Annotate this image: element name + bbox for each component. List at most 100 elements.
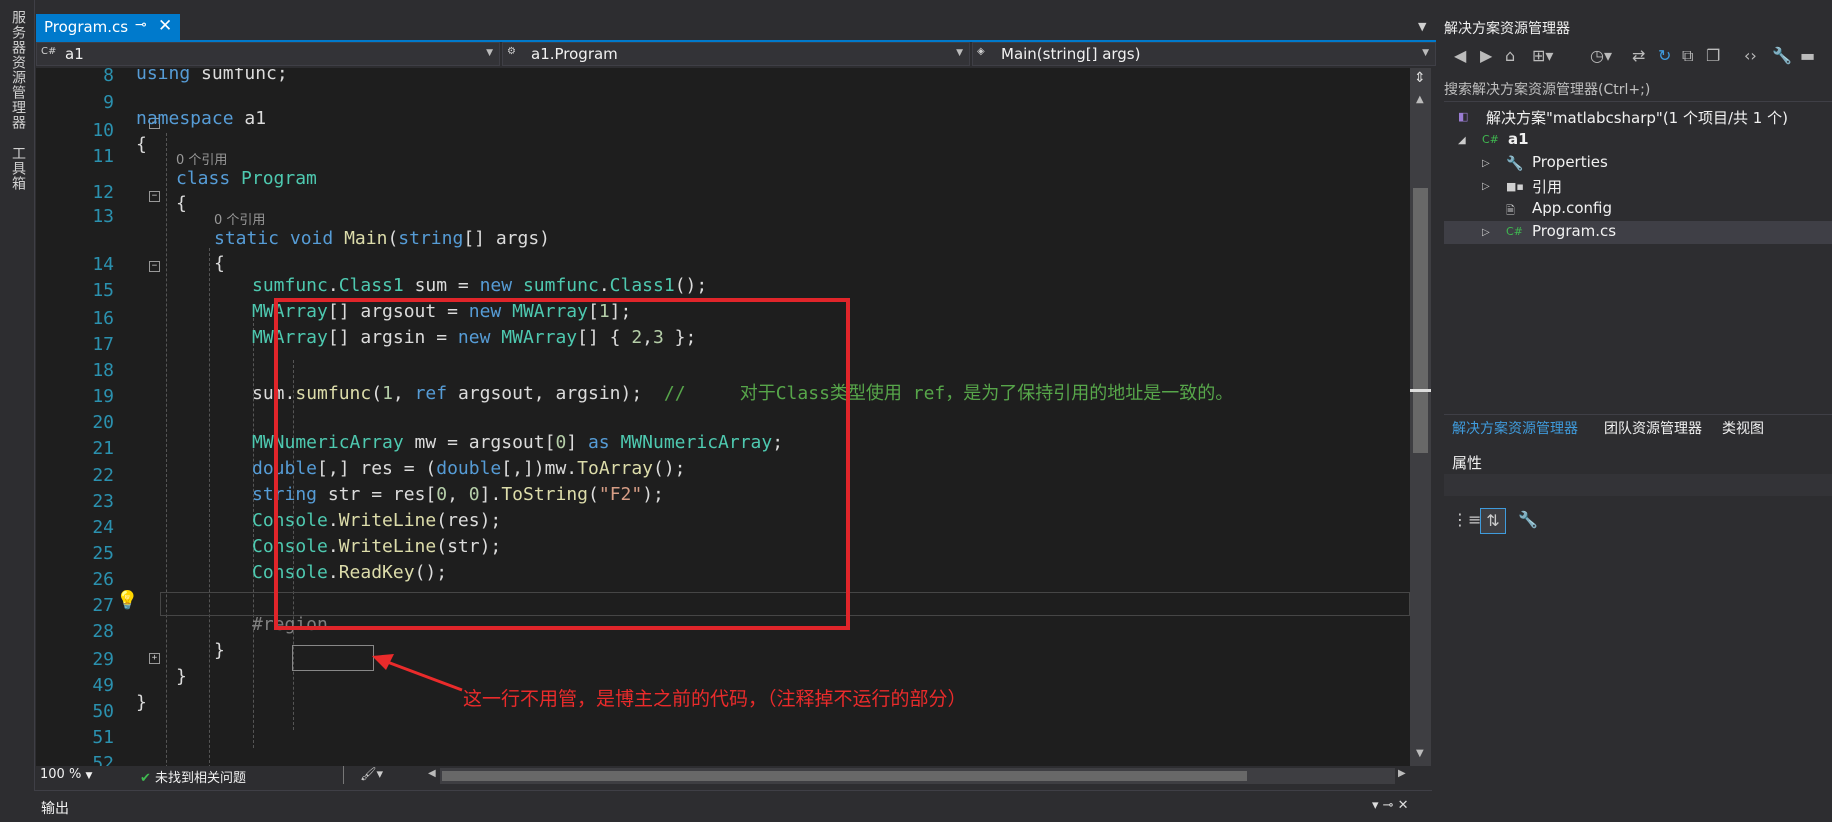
pin-icon[interactable]: ⊸ (135, 17, 147, 33)
zoom-level: 100 % (40, 767, 82, 782)
show-all-files-icon[interactable]: ❐ (1706, 46, 1720, 65)
indent-guide (209, 248, 210, 766)
output-controls[interactable]: ▾ ⊸ ✕ (1372, 798, 1409, 813)
scroll-up-icon[interactable]: ▲ (1416, 94, 1424, 105)
code-line: { (136, 134, 147, 155)
class-dropdown[interactable]: ⚙ a1.Program ▼ (502, 42, 970, 66)
home-icon[interactable]: ⌂ (1505, 46, 1515, 65)
codelens-references[interactable]: 0 个引用 (214, 209, 265, 228)
properties-wrench-icon[interactable]: 🔧 (1772, 46, 1792, 65)
forward-icon[interactable]: ▶ (1480, 46, 1492, 65)
csharp-project-icon: C# (41, 46, 57, 57)
categorized-icon[interactable]: ⋮≡ (1452, 508, 1481, 532)
line-number: 21 (92, 438, 114, 459)
line-number: 49 (92, 675, 114, 696)
solution-search-input[interactable]: 搜索解决方案资源管理器(Ctrl+;) (1444, 79, 1832, 102)
issues-indicator[interactable]: ✔ 未找到相关问题 (140, 767, 246, 786)
config-file-icon: 🗎 (1506, 204, 1515, 217)
fold-expand-icon[interactable]: + (149, 653, 160, 664)
chevron-down-icon: ▼ (85, 771, 93, 781)
method-icon: ◈ (977, 46, 985, 57)
line-number: 16 (92, 308, 114, 329)
csharp-project-icon: C# (1482, 133, 1499, 146)
properties-object-selector[interactable] (1444, 474, 1832, 496)
code-line: } (214, 640, 225, 661)
tree-item-app-config[interactable]: App.config (1532, 199, 1612, 217)
brush-icon[interactable]: 🖌▾ (360, 767, 383, 782)
scroll-left-icon[interactable]: ◀ (428, 768, 436, 779)
tab-team-explorer[interactable]: 团队资源管理器 (1604, 418, 1702, 438)
code-line: } (176, 666, 187, 687)
line-number: 18 (92, 360, 114, 381)
zoom-dropdown[interactable]: 100 % ▼ (40, 767, 92, 782)
tree-item-properties[interactable]: Properties (1532, 153, 1608, 171)
output-panel-bar (34, 790, 1432, 822)
line-number: 13 (92, 206, 114, 227)
code-line: using sumfunc; (136, 68, 288, 84)
code-line: static void Main(string[] args) (214, 228, 551, 249)
scroll-right-icon[interactable]: ▶ (1398, 768, 1406, 779)
line-number: 14 (92, 254, 114, 275)
line-number: 50 (92, 701, 114, 722)
expanded-arrow-icon[interactable]: ◢ (1458, 135, 1466, 146)
member-dropdown[interactable]: ◈ Main(string[] args) ▼ (972, 42, 1436, 66)
tab-solution-explorer[interactable]: 解决方案资源管理器 (1452, 418, 1578, 438)
close-icon[interactable]: ✕ (158, 16, 172, 36)
scroll-down-icon[interactable]: ▼ (1416, 748, 1424, 759)
line-number: 24 (92, 517, 114, 538)
code-line: { (214, 253, 225, 274)
horizontal-scroll-thumb[interactable] (442, 771, 1247, 781)
pending-changes-icon[interactable]: ◷▾ (1590, 46, 1612, 65)
server-explorer-tab[interactable]: 服务器资源管理器 (8, 10, 28, 130)
code-line: sumfunc.Class1 sum = new sumfunc.Class1(… (252, 275, 708, 296)
sync-icon[interactable]: ⇄ (1632, 46, 1645, 65)
solution-icon: ◧ (1458, 110, 1469, 123)
line-number: 23 (92, 491, 114, 512)
project-dropdown[interactable]: C# a1 ▼ (36, 42, 500, 66)
chevron-down-icon: ▼ (956, 48, 963, 58)
toolbox-tab[interactable]: 工具箱 (8, 146, 28, 191)
region-collapsed-box[interactable] (292, 645, 374, 671)
tree-item-project[interactable]: a1 (1508, 130, 1529, 148)
split-icon[interactable]: ⇕ (1414, 70, 1426, 86)
line-number: 19 (92, 386, 114, 407)
tab-list-dropdown-icon[interactable]: ▼ (1418, 20, 1426, 33)
line-number: 8 (103, 68, 114, 86)
class-icon: ⚙ (507, 46, 516, 57)
chevron-down-icon: ▼ (1422, 48, 1429, 58)
switch-views-icon[interactable]: ⊞▾ (1532, 46, 1553, 65)
project-dropdown-label: a1 (65, 45, 84, 63)
tree-item-references[interactable]: 引用 (1532, 176, 1562, 197)
class-dropdown-label: a1.Program (531, 45, 618, 63)
vertical-scroll-thumb[interactable] (1413, 188, 1428, 453)
lightbulb-icon[interactable]: 💡 (116, 590, 138, 611)
preview-icon[interactable]: ▬ (1800, 46, 1815, 65)
code-line: class Program (176, 168, 317, 189)
fold-collapse-icon[interactable]: − (149, 261, 160, 272)
line-number: 51 (92, 727, 114, 748)
tree-item-program-cs[interactable]: Program.cs (1532, 222, 1616, 240)
tab-program-cs[interactable]: Program.cs ⊸ ✕ (36, 14, 180, 40)
check-circle-icon: ✔ (140, 771, 151, 786)
view-code-icon[interactable]: ‹› (1744, 46, 1757, 65)
tree-item-solution[interactable]: 解决方案"matlabcsharp"(1 个项目/共 1 个) (1486, 107, 1788, 128)
codelens-references[interactable]: 0 个引用 (176, 149, 227, 168)
properties-title: 属性 (1452, 454, 1483, 472)
tab-class-view[interactable]: 类视图 (1722, 418, 1764, 438)
collapsed-arrow-icon[interactable]: ▷ (1482, 181, 1490, 192)
back-icon[interactable]: ◀ (1454, 46, 1466, 65)
refresh-icon[interactable]: ↻ (1658, 46, 1671, 65)
property-pages-icon[interactable]: 🔧 (1516, 508, 1540, 532)
fold-collapse-icon[interactable]: − (149, 191, 160, 202)
collapsed-arrow-icon[interactable]: ▷ (1482, 227, 1490, 238)
collapse-all-icon[interactable]: ⧉ (1682, 46, 1693, 66)
output-panel-title[interactable]: 输出 (41, 798, 69, 818)
alphabetical-icon[interactable]: ⇅ (1480, 508, 1506, 534)
solution-explorer-title: 解决方案资源管理器 (1444, 21, 1570, 37)
selected-row-highlight (1444, 221, 1832, 244)
line-number: 9 (103, 92, 114, 113)
collapsed-arrow-icon[interactable]: ▷ (1482, 158, 1490, 169)
document-tab-strip (36, 14, 1436, 42)
references-icon: ■▪ (1506, 180, 1524, 193)
left-tool-strip: 服务器资源管理器 工具箱 (0, 0, 35, 821)
